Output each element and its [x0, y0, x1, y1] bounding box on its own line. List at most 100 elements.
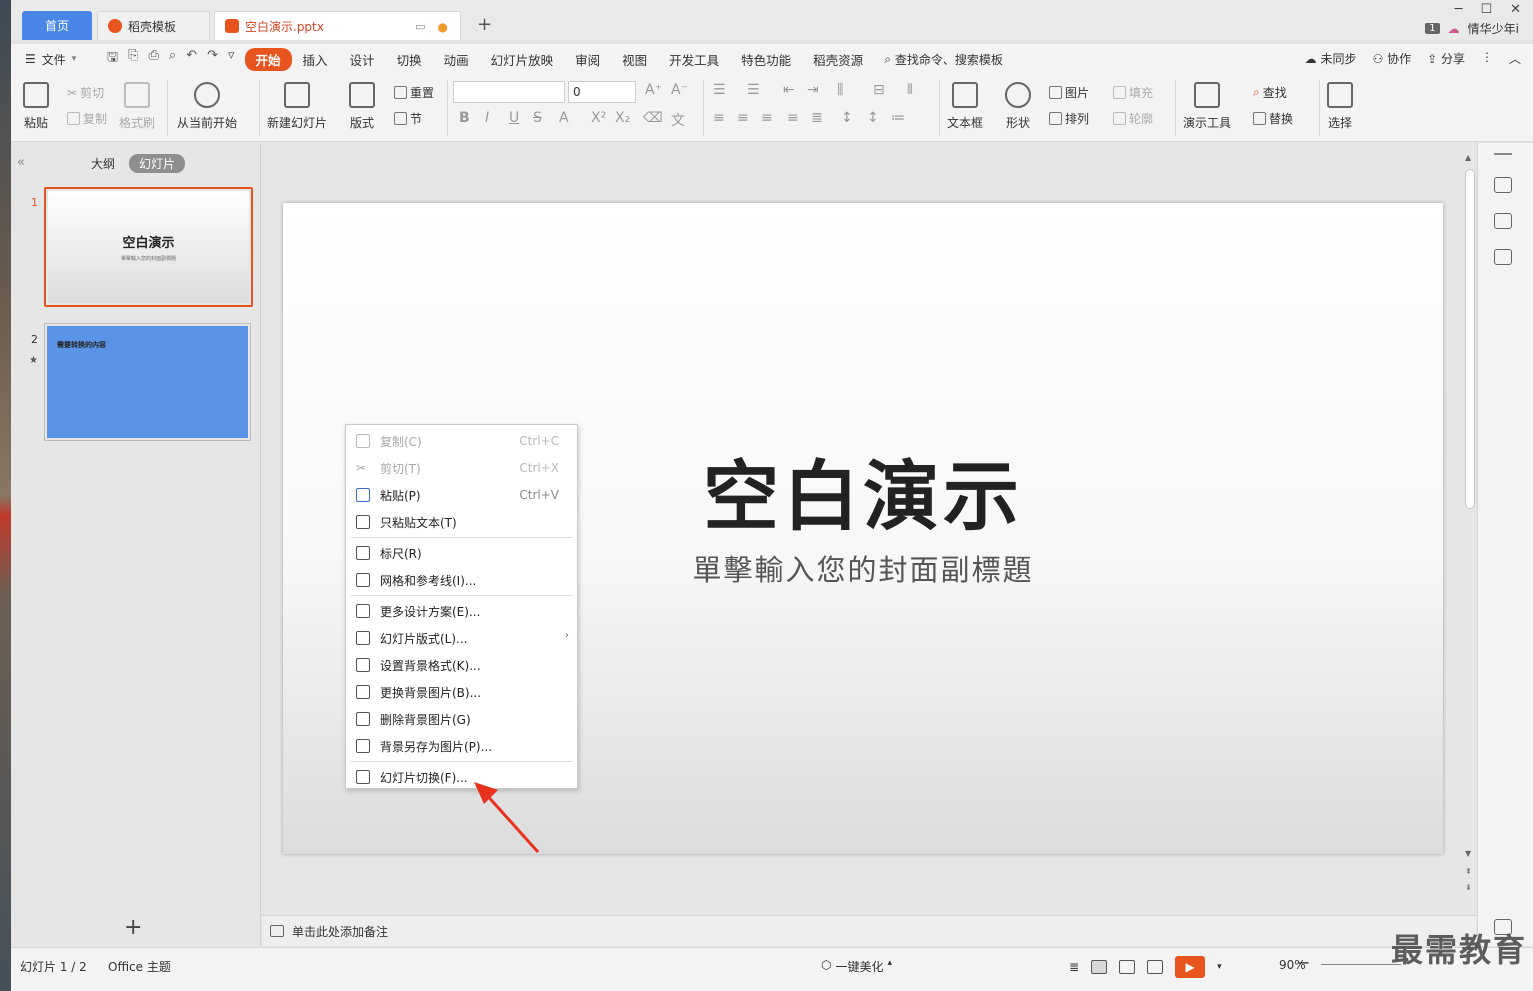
arrange-button[interactable]: 排列 — [1049, 110, 1089, 127]
new-slide-button[interactable]: 新建幻灯片 — [267, 82, 327, 131]
layout-button[interactable]: 版式 — [349, 82, 375, 131]
tab-animation[interactable]: 动画 — [433, 48, 480, 71]
subscript-icon[interactable]: X₂ — [615, 110, 630, 126]
add-slide-button[interactable]: + — [124, 915, 142, 940]
print-preview-icon[interactable]: ⌕ — [169, 48, 176, 70]
textbox-button[interactable]: 文本框 — [947, 82, 983, 131]
collapse-panel-icon[interactable]: « — [17, 155, 25, 170]
bold-icon[interactable]: B — [459, 110, 470, 126]
window-count-badge[interactable]: 1 — [1425, 23, 1440, 34]
select-button[interactable]: 选择 — [1327, 82, 1353, 131]
presentation-tools-button[interactable]: 演示工具 — [1183, 82, 1231, 131]
maximize-button[interactable]: ☐ — [1480, 2, 1492, 17]
slide-thumbnail-1[interactable]: 空白演示 單擊輸入您的封面副標題 — [44, 187, 253, 307]
avatar-icon[interactable]: ☁ — [1448, 22, 1460, 36]
more-icon[interactable]: ⋮ — [1481, 50, 1493, 67]
scroll-down-icon[interactable]: ▼ — [1465, 849, 1471, 858]
strikethrough-icon[interactable]: S — [533, 110, 542, 126]
menu-item-paste-text-only[interactable]: 只粘贴文本(T) — [346, 509, 577, 536]
notes-view-icon[interactable]: ≣ — [1069, 960, 1079, 974]
collapse-ribbon-icon[interactable]: ︿ — [1509, 50, 1521, 67]
tab-design[interactable]: 设计 — [339, 48, 386, 71]
replace-button[interactable]: 替换 — [1253, 110, 1293, 127]
slide-thumbnail-2[interactable]: 需要转换的内容 — [44, 323, 251, 441]
paragraph-spacing-icon[interactable]: ↕ — [867, 110, 879, 126]
bullets-icon[interactable]: ☰ — [713, 82, 726, 98]
paste-button[interactable]: 粘贴 — [23, 82, 49, 131]
scrollbar-thumb[interactable] — [1465, 169, 1475, 509]
drag-handle-icon[interactable] — [1494, 153, 1512, 155]
next-slide-icon[interactable]: ⇟ — [1465, 883, 1472, 892]
redo-icon[interactable]: ↷ — [207, 48, 218, 70]
vertical-scrollbar[interactable]: ▲ ▼ ⇞ ⇟ — [1463, 149, 1475, 899]
tab-slideshow[interactable]: 幻灯片放映 — [480, 48, 565, 71]
minimize-button[interactable]: ─ — [1455, 2, 1463, 17]
tab-view[interactable]: 视图 — [611, 48, 658, 71]
scroll-up-icon[interactable]: ▲ — [1465, 153, 1471, 162]
align-left-icon[interactable]: ≡ — [713, 110, 725, 126]
line-spacing-icon[interactable]: ↕ — [841, 110, 853, 126]
font-grow-icon[interactable]: A⁺ — [645, 82, 662, 98]
menu-item-grid-guides[interactable]: 网格和参考线(I)... — [346, 567, 577, 594]
user-name[interactable]: 情华少年i — [1468, 20, 1519, 37]
customize-icon[interactable]: ▿ — [228, 48, 235, 70]
menu-item-ruler[interactable]: 标尺(R) — [346, 540, 577, 567]
tab-template[interactable]: 稻壳模板 — [97, 11, 210, 40]
command-search[interactable]: ⌕ 查找命令、搜索模板 — [884, 51, 1003, 68]
find-button[interactable]: ⌕ 查找 — [1253, 84, 1287, 101]
align-right-icon[interactable]: ≡ — [761, 110, 773, 126]
font-family-select[interactable] — [453, 81, 565, 103]
section-button[interactable]: 节 — [394, 110, 422, 127]
shape-button[interactable]: 形状 — [1005, 82, 1031, 131]
undo-icon[interactable]: ↶ — [186, 48, 197, 70]
font-color-icon[interactable]: A — [559, 110, 569, 126]
close-button[interactable]: ✕ — [1510, 2, 1521, 17]
transition-pane-icon[interactable] — [1494, 249, 1512, 265]
beautify-button[interactable]: ⬡ 一键美化 ▴ — [821, 958, 892, 975]
tab-slides[interactable]: 幻灯片 — [129, 154, 186, 173]
prev-slide-icon[interactable]: ⇞ — [1465, 867, 1472, 876]
superscript-icon[interactable]: X² — [591, 110, 606, 126]
italic-icon[interactable]: I — [485, 110, 489, 126]
new-tab-button[interactable]: + — [477, 14, 492, 35]
save-icon[interactable]: 🖫 — [107, 48, 118, 70]
file-menu-button[interactable]: ☰ 文件 ▾ — [11, 51, 99, 68]
zoom-out-button[interactable]: − — [1297, 953, 1310, 972]
theme-name[interactable]: Office 主题 — [108, 958, 171, 975]
fill-button[interactable]: 填充 — [1113, 84, 1153, 101]
tab-docer-resources[interactable]: 稻壳资源 — [802, 48, 874, 71]
play-options-chevron-icon[interactable]: ▾ — [1217, 962, 1222, 972]
numbering-icon[interactable]: ☰ — [747, 82, 760, 98]
picture-button[interactable]: 图片 — [1049, 84, 1089, 101]
font-size-select[interactable]: 0 — [568, 81, 636, 103]
menu-item-change-background[interactable]: 更换背景图片(B)... — [346, 679, 577, 706]
underline-icon[interactable]: U — [509, 110, 519, 126]
align-center-icon[interactable]: ≡ — [737, 110, 749, 126]
tab-home[interactable]: 首页 — [22, 11, 92, 40]
phonetic-icon[interactable]: 文 — [671, 110, 685, 130]
collaborate-button[interactable]: ⚇ 协作 — [1373, 50, 1412, 67]
menu-item-copy[interactable]: 复制(C) Ctrl+C — [346, 428, 577, 455]
clear-format-icon[interactable]: ⌫ — [643, 110, 663, 126]
increase-indent-icon[interactable]: ⇥ — [807, 82, 819, 98]
star-effects-icon[interactable] — [1494, 213, 1512, 229]
tab-start[interactable]: 开始 — [244, 47, 292, 71]
menu-item-more-designs[interactable]: 更多设计方案(E)... — [346, 598, 577, 625]
align-text-icon[interactable]: ⊟ — [873, 82, 885, 98]
columns-icon[interactable]: ⫴ — [907, 82, 913, 98]
sync-status[interactable]: ☁ 未同步 — [1305, 50, 1357, 67]
text-direction-icon[interactable]: ⫼ — [837, 82, 843, 98]
font-shrink-icon[interactable]: A⁻ — [671, 82, 688, 98]
monitor-icon[interactable]: ▭ — [415, 20, 425, 34]
menu-item-delete-background[interactable]: 删除背景图片(G) — [346, 706, 577, 733]
properties-icon[interactable] — [1494, 177, 1512, 193]
paragraph-settings-icon[interactable]: ≔ — [891, 110, 905, 126]
copy-button[interactable]: 复制 — [67, 110, 107, 127]
tab-review[interactable]: 审阅 — [564, 48, 611, 71]
tab-developer[interactable]: 开发工具 — [658, 48, 730, 71]
decrease-indent-icon[interactable]: ⇤ — [783, 82, 795, 98]
menu-item-background-format[interactable]: 设置背景格式(K)... — [346, 652, 577, 679]
format-painter-button[interactable]: 格式刷 — [119, 82, 155, 131]
tab-document[interactable]: 空白演示.pptx ▭ ● — [214, 11, 461, 40]
unsaved-dot-icon[interactable]: ● — [438, 20, 448, 34]
